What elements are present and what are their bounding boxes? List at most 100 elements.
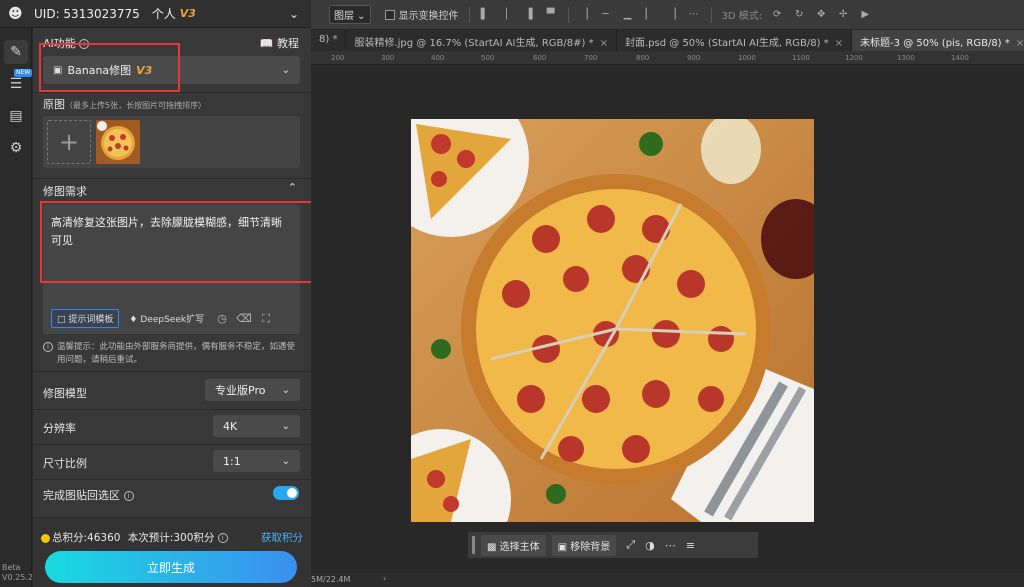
ruler-tick: 300 xyxy=(381,54,395,62)
roll-3d-icon[interactable]: ↻ xyxy=(792,9,806,20)
paste-back-toggle[interactable] xyxy=(273,486,299,500)
close-icon[interactable]: × xyxy=(1016,38,1024,49)
plan-label[interactable]: 个人 xyxy=(152,5,176,22)
tab-doc-active[interactable]: 未标题-3 @ 50% (pis, RGB/8) * × xyxy=(852,30,1024,51)
add-image-button[interactable]: + xyxy=(47,120,91,164)
info-icon[interactable]: i xyxy=(217,533,228,543)
tab-label: 未标题-3 @ 50% (pis, RGB/8) * xyxy=(860,38,1010,49)
expand-icon[interactable]: ⛶ xyxy=(258,312,274,326)
gear-icon[interactable]: ⚙ xyxy=(4,136,28,160)
ruler-tick: 1000 xyxy=(738,54,756,62)
clipboard-icon[interactable]: ▤ xyxy=(4,104,28,128)
ruler-tick: 700 xyxy=(584,54,598,62)
request-textarea[interactable]: 高清修复这张图片，去除朦胧模糊感，细节清晰可见 □ 提示词模板 ♦ DeepSe… xyxy=(43,204,300,334)
source-thumbnail[interactable] xyxy=(96,120,140,164)
chevron-right-icon[interactable]: › xyxy=(383,574,386,583)
image-icon: ▣ xyxy=(557,541,568,553)
brush-icon[interactable]: ✎ xyxy=(4,40,28,64)
canvas-image[interactable] xyxy=(411,119,814,522)
ai-function-title: AI功能 i xyxy=(43,35,90,51)
close-icon[interactable]: × xyxy=(835,38,843,49)
trash-icon[interactable]: ⌫ xyxy=(236,312,252,325)
info-icon[interactable]: i xyxy=(79,39,90,49)
upload-area: + xyxy=(43,116,300,168)
more-icon[interactable]: ⋯ xyxy=(665,539,676,552)
divider xyxy=(33,92,311,93)
resolution-select[interactable]: 4K ⌄ xyxy=(213,415,300,437)
template-label: 提示词模板 xyxy=(68,315,114,325)
show-transform-checkbox[interactable]: 显示变换控件 xyxy=(384,7,459,22)
align-top-icon[interactable]: ▀ xyxy=(544,9,558,20)
new-badge: NEW xyxy=(14,69,33,77)
checkbox-icon xyxy=(384,9,395,20)
model-select[interactable]: 专业版Pro ⌄ xyxy=(205,379,300,401)
pizza-image xyxy=(411,119,814,522)
deepseek-button[interactable]: ♦ DeepSeek扩写 xyxy=(125,310,208,327)
remove-bg-button[interactable]: ▣ 移除背景 xyxy=(551,534,617,556)
info-icon: i xyxy=(43,342,53,352)
more-icon[interactable]: ⋯ xyxy=(687,9,701,20)
distribute-bottom-icon[interactable]: ▁ xyxy=(621,9,635,20)
tutorial-link[interactable]: 📖 教程 xyxy=(260,35,299,51)
plugin-header: ☻ UID: 5313023775 个人 V3 ⌄ xyxy=(0,0,311,28)
ruler-tick: 200 xyxy=(331,54,345,62)
layer-combo[interactable]: 图层 ⌄ xyxy=(329,5,371,24)
canvas-area[interactable]: ▩ 选择主体 ▣ 移除背景 ⤢ ◑ ⋯ ≡ xyxy=(311,65,1024,573)
distribute-top-icon[interactable]: ▕ xyxy=(577,9,591,20)
chevron-up-icon[interactable]: ⌃ xyxy=(288,181,297,194)
generate-button[interactable]: 立即生成 xyxy=(45,551,297,583)
tutorial-label: 教程 xyxy=(277,37,299,50)
adjustment-icon[interactable]: ◑ xyxy=(645,539,655,552)
divider xyxy=(33,444,311,445)
ps-options-bar: 图层 ⌄ 显示变换控件 ▌ │ ▐ ▀ ▕ ─ ▁ ▏ ▕ ⋯ 3D 模式: ⟳… xyxy=(311,0,1024,30)
points-estimate: 本次预计:300积分 xyxy=(127,532,215,544)
doc-size: 5M/22.4M xyxy=(311,575,351,584)
remove-bg-label: 移除背景 xyxy=(570,541,611,553)
tab-doc-3[interactable]: 封面.psd @ 50% (StartAI AI生成, RGB/8) * × xyxy=(617,30,853,51)
drag-3d-icon[interactable]: ✥ xyxy=(814,9,828,20)
slide-3d-icon[interactable]: ✢ xyxy=(836,9,850,20)
pizza-thumbnail-image xyxy=(96,120,140,164)
layer-combo-value: 图层 xyxy=(334,11,354,22)
distribute-left-icon[interactable]: ▏ xyxy=(643,9,657,20)
3d-mode-label: 3D 模式: xyxy=(721,11,763,22)
ai-function-badge: V3 xyxy=(136,63,153,77)
drag-handle[interactable] xyxy=(472,536,475,554)
notice-text: i 温馨提示：此功能由外部服务商提供，偶有服务不稳定，如遇使用问题，请稍后重试。 xyxy=(43,341,301,367)
info-icon[interactable]: i xyxy=(123,491,134,501)
divider xyxy=(33,409,311,410)
select-subject-button[interactable]: ▩ 选择主体 xyxy=(481,534,546,556)
ai-function-select[interactable]: ▣ Banana修图 V3 ⌄ xyxy=(43,56,300,84)
align-right-icon[interactable]: ▐ xyxy=(522,9,536,20)
tab-doc-1[interactable]: 8) * xyxy=(311,30,347,51)
resolution-label: 分辨率 xyxy=(43,422,76,435)
source-label: 原图 xyxy=(43,98,65,111)
ratio-select[interactable]: 1:1 ⌄ xyxy=(213,450,300,472)
close-icon[interactable]: × xyxy=(600,38,608,49)
request-title: 修图需求 xyxy=(43,185,87,198)
align-left-icon[interactable]: ▌ xyxy=(478,9,492,20)
history-icon[interactable]: ◷ xyxy=(214,312,230,325)
chevron-down-icon: ⌄ xyxy=(281,64,290,76)
ruler-tick: 600 xyxy=(533,54,547,62)
orbit-3d-icon[interactable]: ⟳ xyxy=(770,9,784,20)
get-points-link[interactable]: 获取积分 xyxy=(261,530,303,545)
camera-3d-icon[interactable]: ▶ xyxy=(858,9,872,20)
points-total: 总积分:46360 xyxy=(52,532,121,544)
tab-doc-2[interactable]: 服装精修.jpg @ 16.7% (StartAI AI生成, RGB/8#) … xyxy=(346,30,617,51)
settings-sliders-icon[interactable]: ≡ xyxy=(686,539,695,552)
whale-icon: ♦ xyxy=(129,315,138,325)
align-center-h-icon[interactable]: │ xyxy=(500,9,514,20)
distribute-center-icon[interactable]: ─ xyxy=(599,9,613,20)
distribute-right-icon[interactable]: ▕ xyxy=(665,9,679,20)
users-icon: ☻ xyxy=(8,5,23,22)
template-button[interactable]: □ 提示词模板 xyxy=(51,309,120,328)
ruler-tick: 1400 xyxy=(951,54,969,62)
chevron-down-icon[interactable]: ⌄ xyxy=(289,7,299,21)
points-info: 总积分:46360 本次预计:300积分 i xyxy=(41,530,228,545)
separator xyxy=(468,6,470,23)
transform-icon[interactable]: ⤢ xyxy=(626,538,635,552)
horizontal-ruler: 200 300 400 500 600 700 800 900 1000 110… xyxy=(311,51,1024,65)
document-tabs: 8) * 服装精修.jpg @ 16.7% (StartAI AI生成, RGB… xyxy=(311,30,1024,51)
notice-body: 温馨提示：此功能由外部服务商提供，偶有服务不稳定，如遇使用问题，请稍后重试。 xyxy=(57,342,296,365)
